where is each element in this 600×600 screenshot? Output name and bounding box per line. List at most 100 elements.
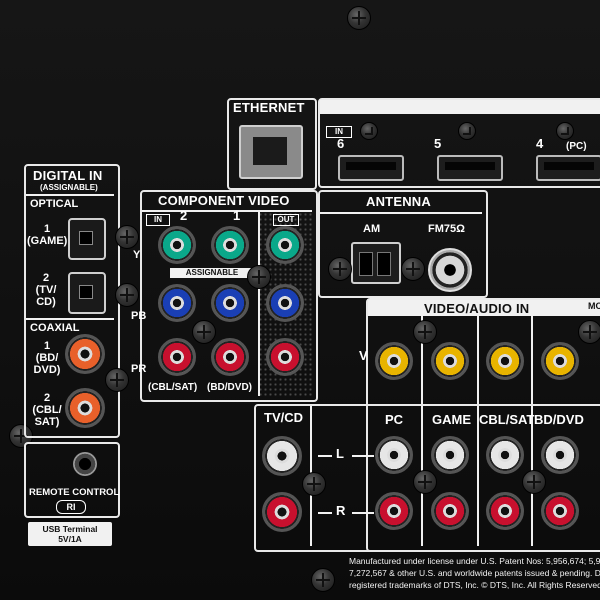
- va-bddvd-video[interactable]: [541, 342, 579, 380]
- cbl-sat-label: (CBL/SAT): [148, 382, 198, 393]
- comp-out-y[interactable]: [266, 226, 304, 264]
- comp-out-pb[interactable]: [266, 284, 304, 322]
- am-clip-left: [359, 252, 373, 276]
- pc-audio-l[interactable]: [375, 436, 413, 474]
- y-label: Y: [133, 249, 141, 261]
- va-screw-2: [578, 320, 600, 344]
- comp-in2-pb[interactable]: [158, 284, 196, 322]
- am-label: AM: [363, 223, 381, 235]
- cbl-sat-col-label: CBL/SAT: [479, 412, 535, 427]
- am-terminal[interactable]: [351, 242, 401, 284]
- pb-label: PB: [131, 310, 147, 322]
- remote-control-label: REMOTE CONTROL: [29, 487, 120, 498]
- ri-jack[interactable]: [73, 452, 97, 476]
- coaxial-header: [26, 318, 114, 320]
- assignable-label: ASSIGNABLE: [185, 268, 239, 277]
- hdmi-port-4-label: 4: [536, 136, 544, 151]
- r-line-left: [318, 512, 332, 514]
- antenna-screw-right: [401, 257, 425, 281]
- comp-screw-2: [192, 320, 216, 344]
- ri-logo: RI: [56, 500, 86, 514]
- am-clip-right: [377, 252, 391, 276]
- bd-dvd-col-label: BD/DVD: [534, 412, 584, 427]
- comp-in-badge: IN: [146, 214, 170, 226]
- hdmi-port-5[interactable]: [437, 155, 503, 181]
- hdmi-port-6[interactable]: [338, 155, 404, 181]
- fm-connector[interactable]: [428, 248, 472, 292]
- digital-screw-3: [105, 368, 129, 392]
- hdmi-port-4[interactable]: [536, 155, 600, 181]
- optical-header: [26, 194, 114, 196]
- screw-top: [347, 6, 371, 30]
- comp-in2-y[interactable]: [158, 226, 196, 264]
- optical-1-label: 1 (GAME): [27, 223, 68, 247]
- l-label: L: [336, 446, 344, 461]
- bddvd-audio-l[interactable]: [541, 436, 579, 474]
- comp-in1-y[interactable]: [211, 226, 249, 264]
- game-audio-l[interactable]: [431, 436, 469, 474]
- va-game-video[interactable]: [431, 342, 469, 380]
- component-video-label: COMPONENT VIDEO: [158, 193, 290, 208]
- r-line-right: [352, 512, 374, 514]
- comp-in1-pr[interactable]: [211, 338, 249, 376]
- antenna-underline: [320, 212, 482, 214]
- comp-out-badge: OUT: [273, 214, 299, 226]
- comp-in2-pr[interactable]: [158, 338, 196, 376]
- va-screw-1: [413, 320, 437, 344]
- hdmi-screw-3: [556, 122, 574, 140]
- ethernet-label: ETHERNET: [233, 100, 305, 115]
- screw-bottom: [311, 568, 335, 592]
- v-label: V: [359, 348, 368, 363]
- video-audio-label: VIDEO/AUDIO IN: [424, 301, 530, 316]
- cblsat-audio-l[interactable]: [486, 436, 524, 474]
- optical-port-1[interactable]: [68, 218, 106, 260]
- component-divider: [258, 212, 260, 396]
- tv-cd-label: TV/CD: [264, 410, 303, 425]
- tvcd-audio-r[interactable]: [262, 492, 302, 532]
- hdmi-screw-1: [360, 122, 378, 140]
- digital-in-sub: (ASSIGNABLE): [40, 183, 98, 192]
- hdmi-port-4-note: (PC): [566, 141, 587, 152]
- coaxial-label: COAXIAL: [30, 322, 80, 334]
- coax-2-label: 2 (CBL/ SAT): [32, 392, 62, 428]
- legal-line-1: Manufactured under license under U.S. Pa…: [349, 556, 600, 566]
- comp-in1-pb[interactable]: [211, 284, 249, 322]
- tvcd-audio-l[interactable]: [262, 436, 302, 476]
- comp-col-1: 1: [233, 208, 241, 223]
- fm-label: FM75Ω: [428, 223, 465, 235]
- hdmi-port-5-label: 5: [434, 136, 442, 151]
- comp-out-pr[interactable]: [266, 338, 304, 376]
- antenna-screw-left: [328, 257, 352, 281]
- antenna-label: ANTENNA: [366, 194, 431, 209]
- ethernet-port[interactable]: [239, 125, 303, 179]
- va-cblsat-video[interactable]: [486, 342, 524, 380]
- hdmi-screw-2: [458, 122, 476, 140]
- pc-audio-r[interactable]: [375, 492, 413, 530]
- va-pc-video[interactable]: [375, 342, 413, 380]
- digital-in-label: DIGITAL IN: [33, 168, 103, 183]
- bddvd-audio-r[interactable]: [541, 492, 579, 530]
- coax-1-label: 1 (BD/ DVD): [33, 340, 61, 376]
- digital-screw-2: [115, 283, 139, 307]
- game-audio-r[interactable]: [431, 492, 469, 530]
- digital-screw-1: [115, 225, 139, 249]
- optical-2-label: 2 (TV/ CD): [35, 272, 57, 308]
- r-label: R: [336, 503, 346, 518]
- game-label: GAME: [432, 412, 471, 427]
- comp-col-2: 2: [180, 208, 188, 223]
- comp-screw-1: [247, 265, 271, 289]
- l-line-right: [352, 455, 374, 457]
- l-line-left: [318, 455, 332, 457]
- audio-screw-1: [302, 472, 326, 496]
- hdmi-port-6-label: 6: [337, 136, 345, 151]
- cblsat-audio-r[interactable]: [486, 492, 524, 530]
- pc-label: PC: [385, 412, 404, 427]
- ethernet-socket: [253, 137, 287, 165]
- coax-port-2[interactable]: [65, 388, 105, 428]
- optical-port-2[interactable]: [68, 272, 106, 314]
- optical-label: OPTICAL: [30, 198, 79, 210]
- usb-label: USB Terminal 5V/1A: [42, 524, 98, 544]
- coax-port-1[interactable]: [65, 334, 105, 374]
- pr-label: PR: [131, 363, 147, 375]
- mo-label: MO: [588, 301, 600, 311]
